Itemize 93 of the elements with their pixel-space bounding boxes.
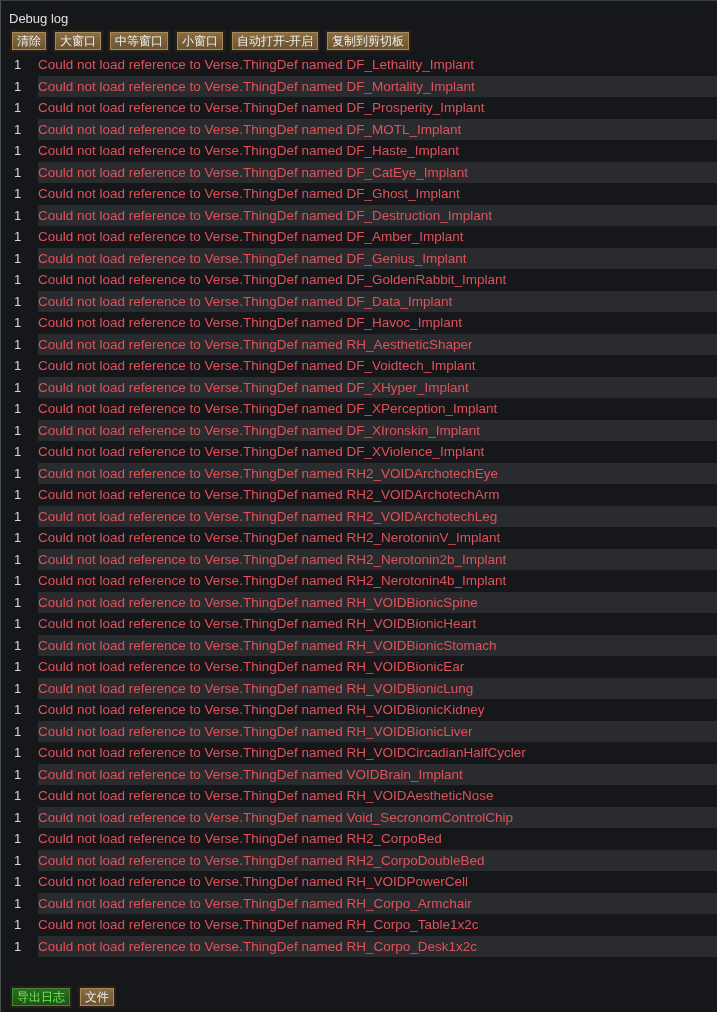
message-count: 1 (13, 616, 23, 632)
log-message[interactable]: Could not load reference to Verse.ThingDef named RH2_VOIDArchotechEye (38, 462, 717, 484)
message-count: 1 (13, 487, 23, 503)
log-message[interactable]: Could not load reference to Verse.ThingDef named DF_GoldenRabbit_Implant (38, 269, 717, 291)
message-count: 1 (13, 766, 23, 782)
log-message[interactable]: Could not load reference to Verse.ThingDef named RH_AestheticShaper (38, 333, 717, 355)
log-message[interactable]: Could not load reference to Verse.ThingDef named RH_VOIDPowerCell (38, 871, 717, 893)
log-message[interactable]: Could not load reference to Verse.ThingDef named RH_VOIDBionicKidney (38, 699, 717, 721)
message-count: 1 (13, 121, 23, 137)
message-count: 1 (13, 594, 23, 610)
toolbar-button[interactable]: 复制到剪切板 (325, 30, 412, 52)
log-message[interactable]: Could not load reference to Verse.ThingDef named RH2_VOIDArchotechArm (38, 484, 717, 506)
message-count: 1 (13, 573, 23, 589)
message-count: 1 (13, 57, 23, 73)
message-count: 1 (13, 895, 23, 911)
log-message[interactable]: Could not load reference to Verse.ThingDef named DF_Data_Implant (38, 290, 717, 312)
message-count: 1 (13, 745, 23, 761)
log-message[interactable]: Could not load reference to Verse.ThingDef named RH_VOIDBionicEar (38, 656, 717, 678)
log-message[interactable]: Could not load reference to Verse.ThingDef named RH2_VOIDArchotechLeg (38, 505, 717, 527)
message-count: 1 (13, 852, 23, 868)
message-count: 1 (13, 680, 23, 696)
log-message[interactable]: Could not load reference to Verse.ThingDef named Void_SecronomControlChip (38, 806, 717, 828)
log-message[interactable]: Could not load reference to Verse.ThingDef named RH2_NerotoninV_Implant (38, 527, 717, 549)
log-message[interactable]: Could not load reference to Verse.ThingDef named RH_VOIDBionicHeart (38, 613, 717, 635)
log-message[interactable]: Could not load reference to Verse.ThingDef named DF_Ghost_Implant (38, 183, 717, 205)
message-count: 1 (13, 315, 23, 331)
toolbar-button[interactable]: 小窗口 (175, 30, 225, 52)
log-message[interactable]: Could not load reference to Verse.ThingDef named DF_Destruction_Implant (38, 204, 717, 226)
window-title: Debug log (8, 10, 70, 28)
message-count: 1 (13, 401, 23, 417)
message-count: 1 (13, 702, 23, 718)
message-count: 1 (13, 78, 23, 94)
message-count: 1 (13, 293, 23, 309)
message-count: 1 (13, 874, 23, 890)
log-message[interactable]: Could not load reference to Verse.ThingDef named DF_XIronskin_Implant (38, 419, 717, 441)
log-message[interactable]: Could not load reference to Verse.ThingDef named RH_VOIDCircadianHalfCycler (38, 742, 717, 764)
message-count: 1 (13, 444, 23, 460)
log-message[interactable]: Could not load reference to Verse.ThingDef named DF_Amber_Implant (38, 226, 717, 248)
message-count: 1 (13, 250, 23, 266)
message-count: 1 (13, 272, 23, 288)
toolbar-button[interactable]: 自动打开-开启 (230, 30, 321, 52)
log-message[interactable]: Could not load reference to Verse.ThingDef named DF_XHyper_Implant (38, 376, 717, 398)
toolbar-button[interactable]: 大窗口 (53, 30, 103, 52)
message-count: 1 (13, 164, 23, 180)
log-message[interactable]: Could not load reference to Verse.ThingDef named DF_Mortality_Implant (38, 75, 717, 97)
log-message[interactable]: Could not load reference to Verse.ThingDef named DF_Havoc_Implant (38, 312, 717, 334)
message-count: 1 (13, 100, 23, 116)
log-message[interactable]: Could not load reference to Verse.ThingDef named DF_Lethality_Implant (38, 54, 717, 76)
log-message[interactable]: Could not load reference to Verse.ThingDef named DF_Prosperity_Implant (38, 97, 717, 119)
log-message[interactable]: Could not load reference to Verse.ThingDef named RH_Corpo_Armchair (38, 892, 717, 914)
log-message[interactable]: Could not load reference to Verse.ThingDef named RH2_Nerotonin4b_Implant (38, 570, 717, 592)
message-count: 1 (13, 422, 23, 438)
log-message[interactable]: Could not load reference to Verse.ThingDef named DF_CatEye_Implant (38, 161, 717, 183)
message-count: 1 (13, 336, 23, 352)
toolbar-button[interactable]: 清除 (10, 30, 48, 52)
message-count: 1 (13, 659, 23, 675)
message-count: 1 (13, 637, 23, 653)
log-message[interactable]: Could not load reference to Verse.ThingDef named DF_Haste_Implant (38, 140, 717, 162)
message-count: 1 (13, 723, 23, 739)
bottom-button[interactable]: 文件 (78, 986, 116, 1008)
message-count: 1 (13, 809, 23, 825)
log-message[interactable]: Could not load reference to Verse.ThingDef named RH_VOIDBionicStomach (38, 634, 717, 656)
log-message[interactable]: Could not load reference to Verse.ThingDef named RH_Corpo_Desk1x2c (38, 935, 717, 957)
message-count: 1 (13, 143, 23, 159)
log-message[interactable]: Could not load reference to Verse.ThingDef named RH_VOIDAestheticNose (38, 785, 717, 807)
toolbar-button[interactable]: 中等窗口 (108, 30, 170, 52)
message-count: 1 (13, 530, 23, 546)
message-count: 1 (13, 229, 23, 245)
log-message[interactable]: Could not load reference to Verse.ThingDef named RH_Corpo_Table1x2c (38, 914, 717, 936)
message-count: 1 (13, 358, 23, 374)
message-count: 1 (13, 831, 23, 847)
message-count: 1 (13, 917, 23, 933)
log-message[interactable]: Could not load reference to Verse.ThingDef named RH2_Nerotonin2b_Implant (38, 548, 717, 570)
message-count: 1 (13, 788, 23, 804)
message-count: 1 (13, 508, 23, 524)
log-message[interactable]: Could not load reference to Verse.ThingDef named DF_XPerception_Implant (38, 398, 717, 420)
message-count: 1 (13, 379, 23, 395)
log-message[interactable]: Could not load reference to Verse.ThingDef named RH2_CorpoDoubleBed (38, 849, 717, 871)
log-message[interactable]: Could not load reference to Verse.ThingDef named RH_VOIDBionicLung (38, 677, 717, 699)
log-message[interactable]: Could not load reference to Verse.ThingDef named RH_VOIDBionicSpine (38, 591, 717, 613)
log-message[interactable]: Could not load reference to Verse.ThingDef named DF_XViolence_Implant (38, 441, 717, 463)
log-message[interactable]: Could not load reference to Verse.ThingDef named DF_MOTL_Implant (38, 118, 717, 140)
log-message[interactable]: Could not load reference to Verse.ThingDef named DF_Genius_Implant (38, 247, 717, 269)
message-count: 1 (13, 465, 23, 481)
message-count: 1 (13, 938, 23, 954)
message-count: 1 (13, 207, 23, 223)
bottom-button[interactable]: 导出日志 (10, 986, 72, 1008)
message-count: 1 (13, 186, 23, 202)
log-message[interactable]: Could not load reference to Verse.ThingDef named RH_VOIDBionicLiver (38, 720, 717, 742)
log-message[interactable]: Could not load reference to Verse.ThingDef named RH2_CorpoBed (38, 828, 717, 850)
message-count: 1 (13, 551, 23, 567)
log-message[interactable]: Could not load reference to Verse.ThingDef named DF_Voidtech_Implant (38, 355, 717, 377)
log-message[interactable]: Could not load reference to Verse.ThingDef named VOIDBrain_Implant (38, 763, 717, 785)
